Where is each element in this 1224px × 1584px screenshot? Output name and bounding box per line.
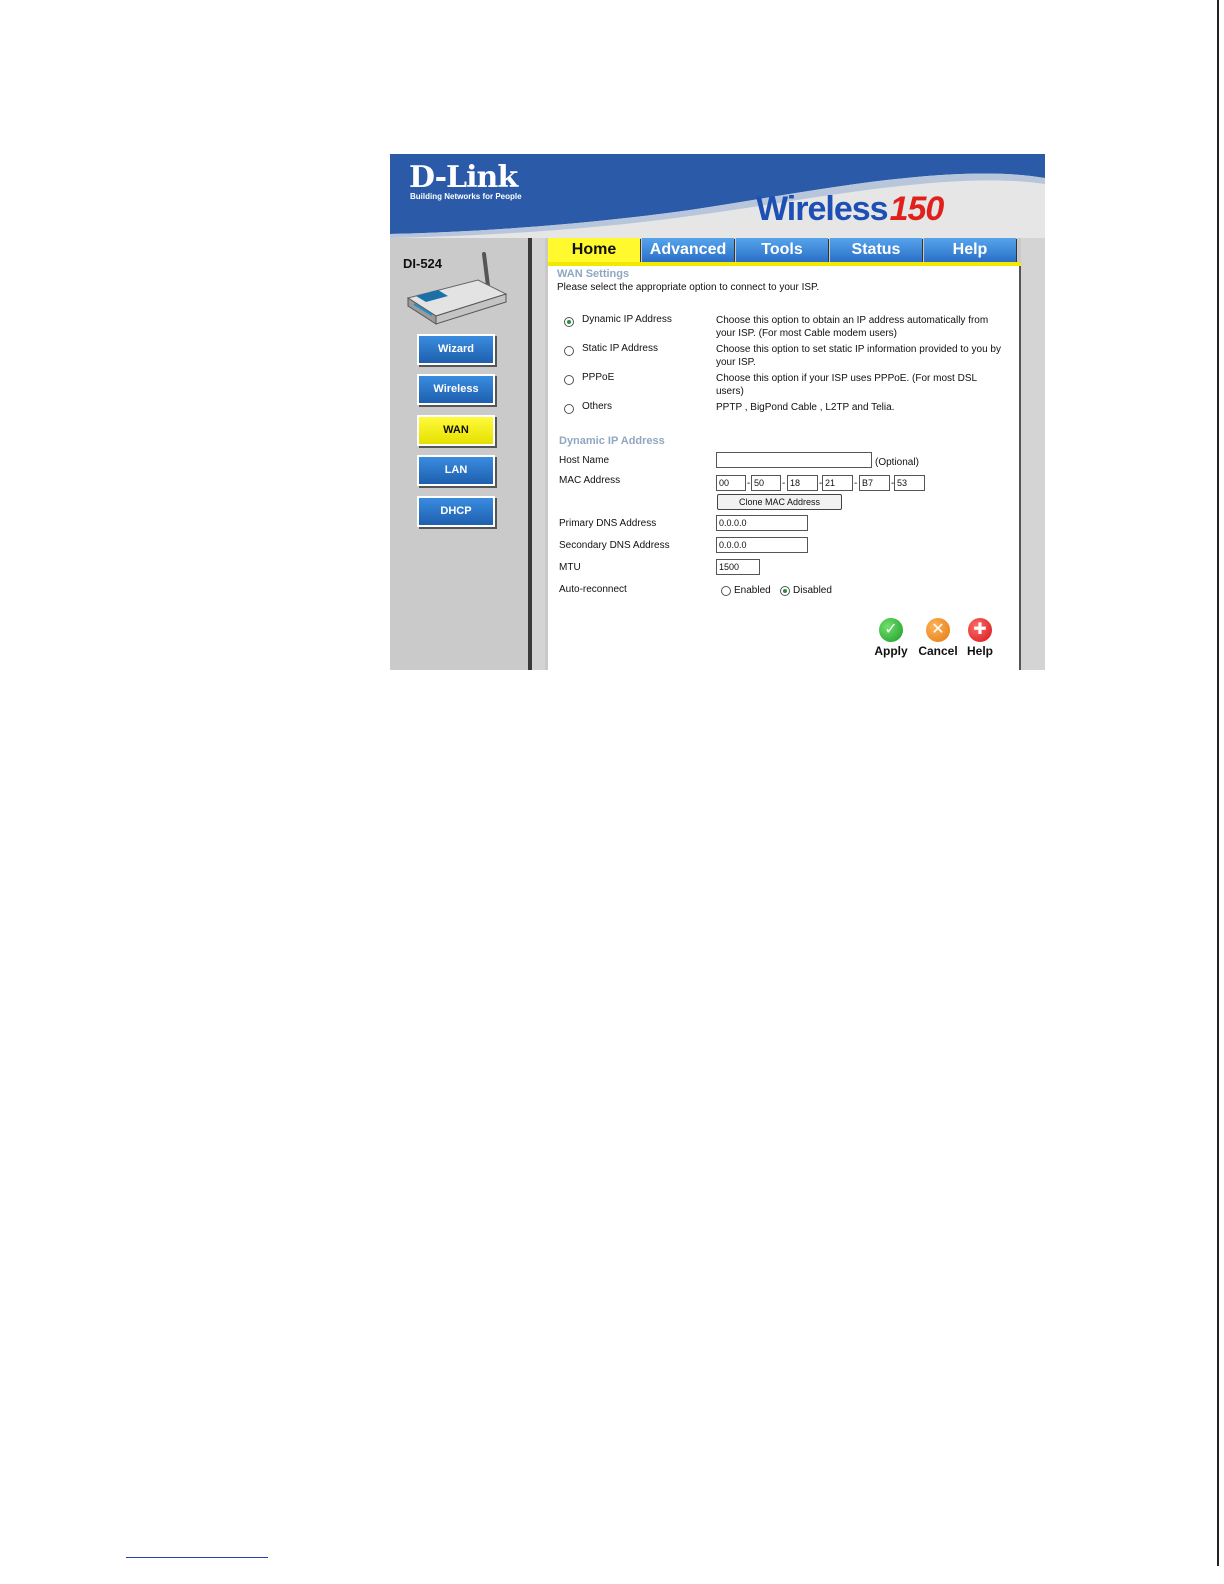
auto-reconnect-enabled-label: Enabled: [734, 585, 771, 596]
option-desc-dynamic-ip: Choose this option to obtain an IP addre…: [716, 315, 989, 339]
apply-button[interactable]: ✓ Apply: [870, 618, 912, 658]
radio-static-ip[interactable]: [564, 346, 574, 356]
mac-octet-1-input[interactable]: 00: [716, 475, 746, 491]
product-brand: Wireless150: [756, 190, 945, 229]
tab-advanced[interactable]: Advanced: [642, 238, 734, 262]
tab-tools[interactable]: Tools: [736, 238, 828, 262]
auto-reconnect-disabled-label: Disabled: [793, 585, 832, 596]
mac-octet-3-input[interactable]: 18: [787, 475, 818, 491]
mac-address-label: MAC Address: [559, 475, 621, 486]
secondary-dns-label: Secondary DNS Address: [559, 540, 670, 551]
host-name-label: Host Name: [559, 455, 610, 466]
option-label-static-ip: Static IP Address: [582, 343, 658, 354]
wan-settings-panel: WAN Settings Please select the appropria…: [548, 266, 1019, 670]
option-label-others: Others: [582, 401, 613, 412]
auto-reconnect-label: Auto-reconnect: [559, 584, 627, 595]
auto-reconnect-disabled-radio[interactable]: [780, 586, 790, 596]
sidebar-button-lan[interactable]: LAN: [417, 455, 495, 486]
secondary-dns-input[interactable]: 0.0.0.0: [716, 537, 808, 553]
primary-dns-label: Primary DNS Address: [559, 518, 657, 529]
sidebar-button-dhcp[interactable]: DHCP: [417, 496, 495, 527]
option-label-dynamic-ip: Dynamic IP Address: [582, 314, 672, 325]
help-button[interactable]: ✚ Help: [962, 618, 998, 658]
radio-pppoe[interactable]: [564, 375, 574, 385]
router-config-screenshot: D-Link Building Networks for People Wire…: [390, 154, 1045, 670]
header-banner: D-Link Building Networks for People Wire…: [390, 154, 1045, 238]
mac-octet-5-input[interactable]: B7: [859, 475, 890, 491]
cancel-x-icon: ✕: [926, 618, 950, 642]
page-margin-line: [1217, 0, 1219, 1566]
mtu-input[interactable]: 1500: [716, 559, 760, 575]
tab-help[interactable]: Help: [924, 238, 1016, 262]
brand-number: 150: [889, 190, 945, 228]
cancel-button[interactable]: ✕ Cancel: [915, 618, 961, 658]
radio-others[interactable]: [564, 404, 574, 414]
option-desc-others: PPTP , BigPond Cable , L2TP and Telia.: [716, 402, 895, 413]
mtu-label: MTU: [559, 562, 581, 573]
option-desc-static-ip: Choose this option to set static IP info…: [716, 344, 1001, 368]
option-desc-pppoe: Choose this option if your ISP uses PPPo…: [716, 373, 977, 397]
option-label-pppoe: PPPoE: [582, 372, 615, 383]
sidebar-button-wizard[interactable]: Wizard: [417, 334, 495, 365]
section-title-dynamic-ip: Dynamic IP Address: [559, 435, 665, 447]
apply-label: Apply: [874, 644, 908, 658]
clone-mac-button[interactable]: Clone MAC Address: [717, 494, 842, 510]
right-border: [1019, 264, 1021, 670]
tab-home[interactable]: Home: [548, 238, 640, 262]
right-gutter: [1021, 238, 1045, 670]
optional-hint: (Optional): [875, 457, 919, 468]
sidebar-button-wan[interactable]: WAN: [417, 415, 495, 446]
tab-status[interactable]: Status: [830, 238, 922, 262]
left-panel: DI-524 Wizard Wireless WAN LAN DHCP: [390, 238, 528, 670]
radio-dynamic-ip[interactable]: [564, 317, 574, 327]
checkmark-icon: ✓: [879, 618, 903, 642]
help-label: Help: [966, 644, 993, 658]
footnote-rule: [126, 1557, 268, 1558]
sidebar-button-wireless[interactable]: Wireless: [417, 374, 495, 405]
section-title-wan-settings: WAN Settings: [557, 268, 630, 280]
dlink-logo: D-Link: [409, 160, 518, 195]
panel-gutter: [532, 238, 545, 670]
mac-octet-6-input[interactable]: 53: [894, 475, 925, 491]
auto-reconnect-enabled-radio[interactable]: [721, 586, 731, 596]
model-label: DI-524: [403, 256, 443, 271]
mac-octet-4-input[interactable]: 21: [822, 475, 853, 491]
primary-dns-input[interactable]: 0.0.0.0: [716, 515, 808, 531]
help-plus-icon: ✚: [968, 618, 992, 642]
instruction-text: Please select the appropriate option to …: [557, 282, 820, 293]
host-name-input[interactable]: [716, 452, 872, 468]
mac-octet-2-input[interactable]: 50: [751, 475, 781, 491]
brand-word: Wireless: [756, 190, 889, 228]
logo-tagline: Building Networks for People: [410, 192, 522, 201]
cancel-label: Cancel: [918, 644, 958, 658]
